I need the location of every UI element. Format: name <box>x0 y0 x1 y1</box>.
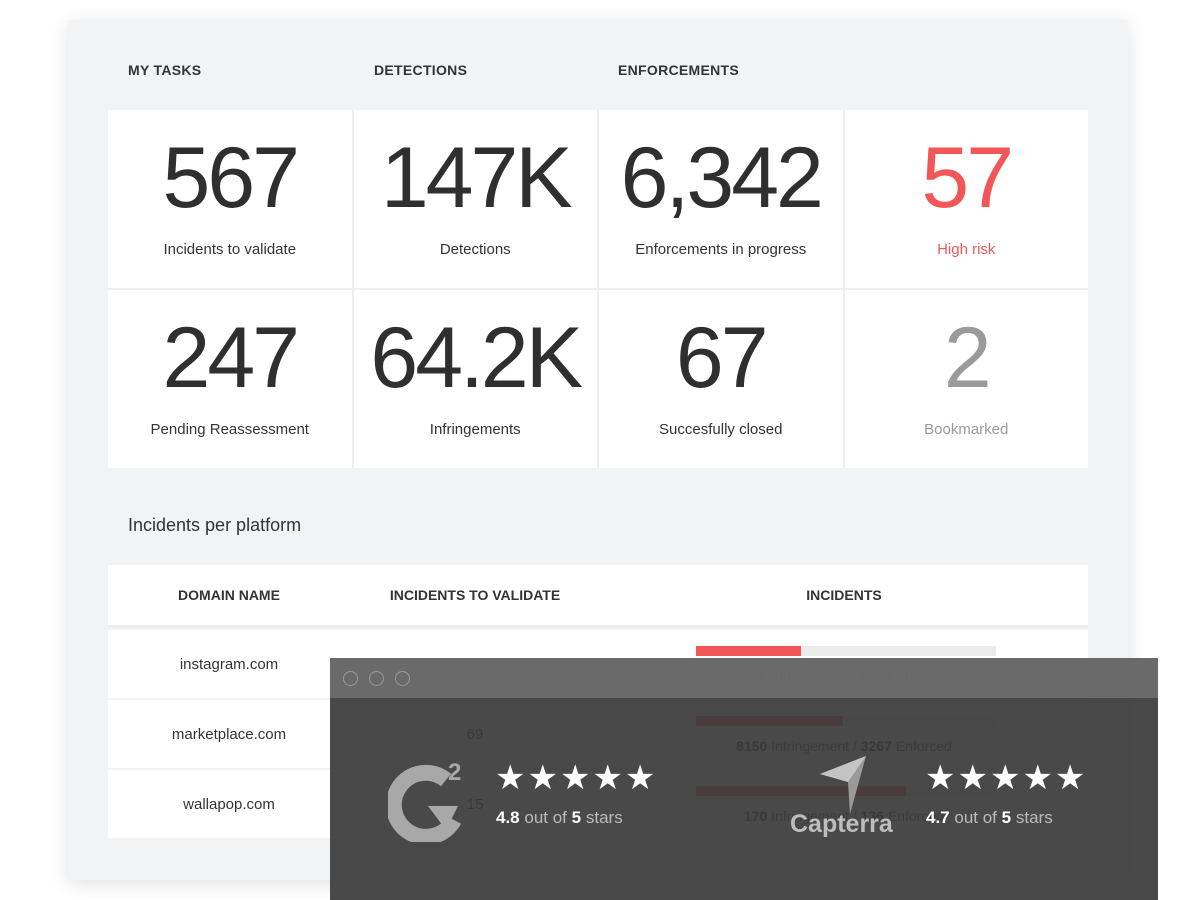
domain-cell: marketplace.com <box>171 725 287 743</box>
section-enforcements: ENFORCEMENTS <box>618 62 740 78</box>
stat-closed[interactable]: 67 Succesfully closed <box>599 290 843 468</box>
stat-label: Incidents to validate <box>163 240 297 258</box>
incidents-bar <box>696 646 996 656</box>
domain-cell: instagram.com <box>179 655 279 673</box>
stat-label: Bookmarked <box>924 420 1009 438</box>
capterra-arrow-icon <box>820 756 866 814</box>
stat-label: Infringements <box>429 420 521 438</box>
domain-cell: wallapop.com <box>183 795 275 813</box>
g2-logo-icon: 2 <box>388 759 461 842</box>
svg-text:2: 2 <box>448 759 461 786</box>
stat-value: 57 <box>921 129 1014 226</box>
column-to-validate[interactable]: INCIDENTS TO VALIDATE <box>350 587 600 603</box>
stat-high-risk[interactable]: 57 High risk <box>844 110 1088 288</box>
stat-label: High risk <box>937 240 996 258</box>
stat-value: 67 <box>675 309 769 406</box>
stat-infringements[interactable]: 64.2K Infringements <box>353 290 597 468</box>
g2-stars: ★★★★★ <box>495 759 658 797</box>
stat-value: 2 <box>943 309 992 406</box>
stat-value: 6,342 <box>620 129 824 226</box>
stat-incidents-to-validate[interactable]: 567 Incidents to validate <box>108 110 352 288</box>
window-maximize-button[interactable] <box>395 671 410 686</box>
stat-pending-reassessment[interactable]: 247 Pending Reassessment <box>108 290 352 468</box>
stat-detections[interactable]: 147K Detections <box>353 110 597 288</box>
window-titlebar <box>330 658 1158 698</box>
window-minimize-button[interactable] <box>369 671 384 686</box>
stat-value: 64.2K <box>370 309 583 406</box>
stat-value: 567 <box>162 129 300 226</box>
stat-label: Succesfully closed <box>659 420 783 438</box>
capterra-rating: 4.7 out of 5 stars <box>926 808 1053 827</box>
stat-value: 147K <box>380 129 573 226</box>
stat-value: 247 <box>162 309 300 406</box>
stat-enforcements[interactable]: 6,342 Enforcements in progress <box>599 110 843 288</box>
review-window: 2 ★★★★★ 4.8 out of 5 stars Capterra ★★★★… <box>330 658 1158 900</box>
g2-rating: 4.8 out of 5 stars <box>496 808 623 827</box>
table-header: DOMAIN NAME INCIDENTS TO VALIDATE INCIDE… <box>108 565 1088 628</box>
stat-label: Detections <box>439 240 511 258</box>
section-my-tasks: MY TASKS <box>128 62 202 78</box>
capterra-logo: Capterra <box>790 810 893 838</box>
stats-grid: 567 Incidents to validate 147K Detections … <box>108 110 1088 468</box>
column-incidents[interactable]: INCIDENTS <box>600 587 1088 603</box>
stat-bookmarked[interactable]: 2 Bookmarked <box>844 290 1088 468</box>
window-close-button[interactable] <box>343 671 358 686</box>
capterra-stars: ★★★★★ <box>925 759 1088 797</box>
section-detections: DETECTIONS <box>374 62 468 78</box>
platform-title: Incidents per platform <box>128 515 302 535</box>
column-domain[interactable]: DOMAIN NAME <box>108 587 350 603</box>
stat-label: Enforcements in progress <box>635 240 807 258</box>
stat-label: Pending Reassessment <box>150 420 309 438</box>
incidents-bar-fill <box>696 646 801 656</box>
